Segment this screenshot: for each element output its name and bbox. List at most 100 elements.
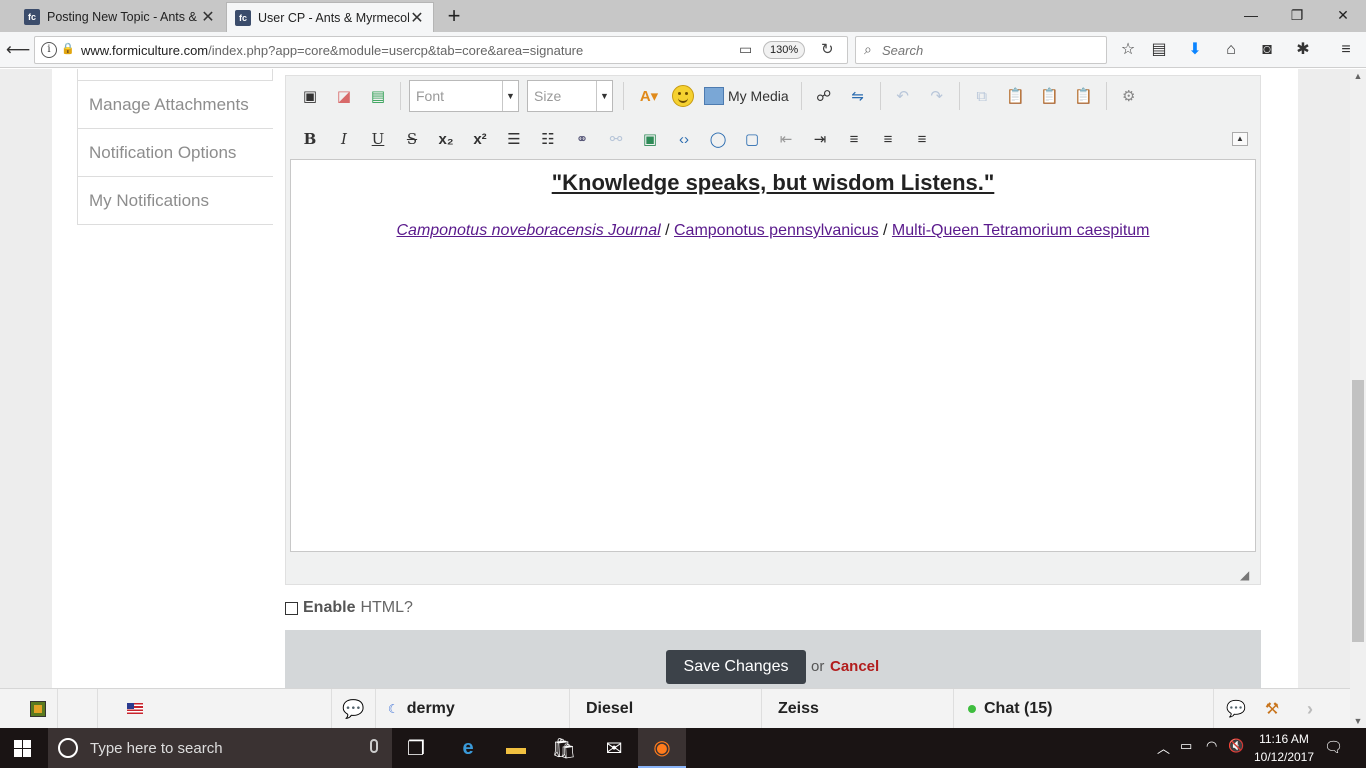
file-explorer-icon[interactable]: ▬	[492, 728, 540, 768]
windows-start-icon[interactable]	[14, 740, 31, 757]
taskbar-search-box[interactable]: Type here to search	[48, 728, 392, 768]
align-center-icon[interactable]: ≡	[874, 126, 902, 152]
sidebar-item-manage-attachments[interactable]: Manage Attachments	[77, 81, 273, 129]
redo-icon[interactable]: ↷	[923, 83, 951, 109]
volume-muted-icon[interactable]: 🔇	[1228, 738, 1244, 754]
signature-edit-area[interactable]: "Knowledge speaks, but wisdom Listens." …	[290, 159, 1256, 552]
task-view-icon[interactable]: ❐	[392, 728, 440, 768]
extension-icon[interactable]: ✱	[1289, 36, 1317, 64]
downloads-icon[interactable]: ⬇	[1181, 36, 1209, 64]
undo-icon[interactable]: ↶	[889, 83, 917, 109]
bookmark-star-icon[interactable]: ☆	[1114, 36, 1142, 64]
insert-image-icon[interactable]: ▣	[636, 126, 664, 152]
italic-button[interactable]: I	[330, 126, 358, 152]
subscript-icon[interactable]: x₂	[432, 126, 460, 152]
site-info-icon[interactable]: i	[41, 42, 57, 58]
font-size-select[interactable]: Size ▼	[527, 80, 613, 112]
browser-search-box[interactable]: ⌕	[855, 36, 1107, 64]
chat-bubble-icon[interactable]: 💬	[332, 689, 376, 729]
reader-view-icon[interactable]: ▭	[739, 41, 752, 58]
horizontal-rule-icon[interactable]: ▤	[364, 83, 392, 109]
paste-word-icon[interactable]: 📋	[1070, 83, 1098, 109]
chat-user-zeiss[interactable]: Zeiss	[762, 689, 954, 729]
spoiler-icon[interactable]: ▢	[738, 126, 766, 152]
mail-icon[interactable]: ✉	[590, 728, 638, 768]
insecure-lock-icon[interactable]: 🔒	[61, 42, 75, 55]
scrollbar-thumb[interactable]	[1352, 380, 1364, 642]
code-icon[interactable]: ‹›	[670, 126, 698, 152]
cancel-link[interactable]: Cancel	[830, 658, 879, 675]
collapse-toolbar-icon[interactable]: ▲	[1232, 132, 1248, 146]
zoom-level-badge[interactable]: 130%	[763, 41, 806, 59]
minimize-icon[interactable]: —	[1228, 0, 1274, 32]
superscript-icon[interactable]: x²	[466, 126, 494, 152]
messages-icon[interactable]: 💬	[1214, 689, 1258, 729]
enable-html-option[interactable]: Enable HTML?	[285, 599, 413, 617]
sidebar-item-my-notifications[interactable]: My Notifications	[77, 177, 273, 225]
firefox-icon[interactable]: ◉	[638, 728, 686, 768]
reload-icon[interactable]: ↻	[821, 40, 834, 58]
text-color-icon[interactable]: A▾	[632, 83, 666, 109]
link-icon[interactable]: ⚭	[568, 126, 596, 152]
spellcheck-icon[interactable]: ⚙	[1115, 83, 1143, 109]
browser-search-input[interactable]	[882, 41, 1102, 59]
paste-text-icon[interactable]: 📋	[1036, 83, 1064, 109]
battery-icon[interactable]: ▭	[1180, 738, 1192, 754]
emoticon-smiley-icon[interactable]	[672, 85, 694, 107]
bulleted-list-icon[interactable]: ☰	[500, 126, 528, 152]
close-tab-icon[interactable]: ✕	[409, 8, 425, 28]
align-left-icon[interactable]: ≡	[840, 126, 868, 152]
library-icon[interactable]: ▤	[1145, 36, 1173, 64]
chevron-right-icon[interactable]: ›	[1290, 689, 1330, 729]
save-changes-button[interactable]: Save Changes	[666, 650, 806, 684]
resize-grip-icon[interactable]: ◢	[1240, 568, 1254, 582]
paste-icon[interactable]: 📋	[1002, 83, 1030, 109]
indent-icon[interactable]: ⇥	[806, 126, 834, 152]
tab-user-cp[interactable]: fc User CP - Ants & Myrmecology ✕	[226, 2, 434, 32]
outdent-icon[interactable]: ⇤	[772, 126, 800, 152]
my-media-button[interactable]: My Media	[704, 87, 789, 105]
page-scrollbar[interactable]: ▲ ▼	[1350, 69, 1366, 728]
pocket-icon[interactable]: ◙	[1253, 36, 1281, 64]
underline-button[interactable]: U	[364, 126, 392, 152]
sidebar-item-notification-options[interactable]: Notification Options	[77, 129, 273, 177]
tab-posting-new-topic[interactable]: fc Posting New Topic - Ants & Myrmecolog…	[16, 2, 224, 32]
font-family-select[interactable]: Font ▼	[409, 80, 519, 112]
close-tab-icon[interactable]: ✕	[200, 7, 216, 27]
tray-chevron-up-icon[interactable]: ︿	[1157, 738, 1170, 757]
source-view-icon[interactable]: ▣	[296, 83, 324, 109]
unlink-icon[interactable]: ⚯	[602, 126, 630, 152]
find-replace-icon[interactable]: ⇋	[844, 83, 872, 109]
home-icon[interactable]: ⌂	[1217, 36, 1245, 64]
link-tetramorium[interactable]: Multi-Queen Tetramorium caespitum	[892, 222, 1150, 239]
url-bar[interactable]: i 🔒 www.formiculture.com/index.php?app=c…	[34, 36, 848, 64]
find-binoculars-icon[interactable]: ☍	[810, 83, 838, 109]
chat-room-button[interactable]: Chat (15)	[954, 689, 1214, 729]
store-icon[interactable]: 🛍	[540, 728, 588, 768]
chat-user-diesel[interactable]: Diesel	[570, 689, 762, 729]
align-right-icon[interactable]: ≡	[908, 126, 936, 152]
action-center-icon[interactable]: 🗨	[1324, 738, 1343, 756]
enable-html-checkbox[interactable]	[285, 601, 298, 615]
new-tab-plus-icon[interactable]: +	[442, 3, 466, 29]
moderator-gavel-icon[interactable]: ⚒	[1256, 689, 1288, 729]
link-pennsylvanicus[interactable]: Camponotus pennsylvanicus	[674, 222, 879, 239]
window-close-icon[interactable]: ✕	[1320, 0, 1366, 32]
wifi-icon[interactable]: ◠	[1206, 738, 1217, 754]
scroll-up-arrow-icon[interactable]: ▲	[1350, 71, 1366, 81]
maximize-icon[interactable]: ❐	[1274, 0, 1320, 32]
remove-format-eraser-icon[interactable]: ◪	[330, 83, 358, 109]
back-arrow-icon[interactable]: ⟵	[4, 36, 32, 64]
game-grid-icon[interactable]	[30, 701, 46, 717]
strikethrough-button[interactable]: S	[398, 126, 426, 152]
url-text[interactable]: www.formiculture.com/index.php?app=core&…	[81, 43, 583, 58]
taskbar-clock[interactable]: 11:16 AM 10/12/2017	[1252, 730, 1316, 766]
microphone-icon[interactable]	[370, 739, 378, 753]
scroll-down-arrow-icon[interactable]: ▼	[1350, 716, 1366, 726]
chat-user-dermy[interactable]: ☾ dermy	[376, 689, 570, 729]
quote-bubble-icon[interactable]: ◯	[704, 126, 732, 152]
bold-button[interactable]: B	[296, 126, 324, 152]
copy-icon[interactable]: ⧉	[968, 83, 996, 109]
link-noveboracensis-journal[interactable]: Camponotus noveboracensis Journal	[396, 222, 660, 239]
numbered-list-icon[interactable]: ☷	[534, 126, 562, 152]
